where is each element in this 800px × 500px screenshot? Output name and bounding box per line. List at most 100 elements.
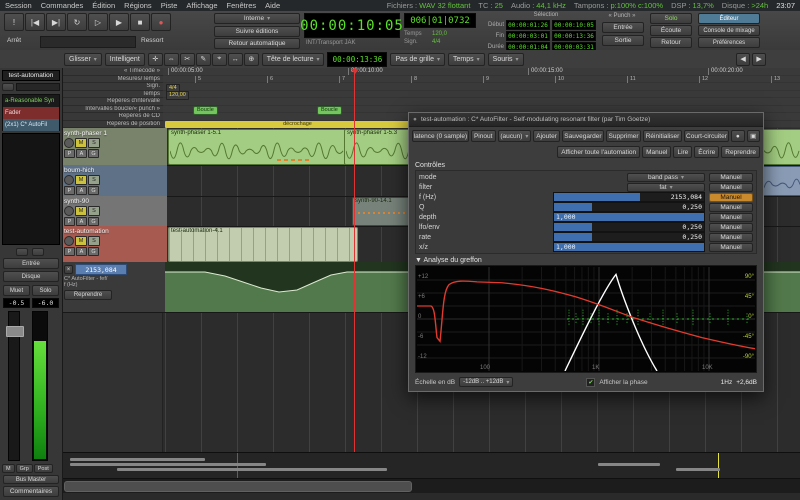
edit-mode-icon[interactable]: ⌖ — [212, 53, 227, 66]
automation-mode-button[interactable]: Manuel — [709, 213, 753, 222]
lire-button[interactable]: Lire — [673, 146, 692, 158]
grid-dropdown[interactable]: Pas de grille — [390, 53, 445, 66]
record-button[interactable]: ● — [151, 13, 171, 31]
scrollbar-thumb[interactable] — [64, 481, 412, 492]
tempo-value[interactable]: 120,0 — [432, 31, 447, 37]
editeur-button[interactable]: Éditeur — [698, 13, 760, 24]
meter-mode-grp[interactable]: Grp — [16, 464, 33, 473]
solo-button[interactable]: S — [88, 206, 100, 216]
plugin-gui-icon[interactable]: ▣ — [747, 130, 760, 142]
automation-mode-button[interactable]: Manuel — [709, 243, 753, 252]
control-slider[interactable]: 1,000 — [553, 212, 705, 222]
sync-source-button[interactable]: Interne — [214, 13, 300, 24]
pinout-button[interactable]: Pinout — [471, 130, 496, 142]
ruler-label-mesures-temps[interactable]: Mesures/Temps — [62, 76, 163, 84]
db-scale-dropdown[interactable]: -12dB .. +12dB — [459, 377, 513, 387]
metering-point-icon[interactable] — [16, 248, 28, 256]
auto-return-toggle[interactable]: Retour automatique — [214, 38, 300, 49]
gain-fader[interactable] — [8, 311, 20, 461]
processor-a-reasonable-syn[interactable]: a-Reasonable Syn — [3, 95, 59, 107]
automation-button[interactable]: A — [76, 149, 87, 158]
draw-mode-icon[interactable]: ✎ — [196, 53, 211, 66]
region-synth-phaser-1-5-1[interactable]: synth-phaser 1-5.1 — [168, 129, 346, 165]
input-button[interactable]: Entrée — [3, 258, 59, 269]
track-header-synth-90[interactable]: synth-90MSPAG — [62, 196, 167, 226]
region-test-automation-4-1[interactable]: test-automation-4.1 — [168, 227, 358, 262]
control-dropdown[interactable]: fat — [627, 183, 705, 192]
tempo-marker[interactable]: 120,00 — [166, 91, 189, 100]
gain-display[interactable]: -0.5 — [3, 298, 30, 308]
monitor-options[interactable] — [16, 83, 60, 91]
location-marker-bar[interactable]: décrochage — [165, 121, 430, 128]
solo-button[interactable]: Solo — [650, 13, 692, 24]
automation-mode-button[interactable]: Manuel — [709, 233, 753, 242]
play-button[interactable]: ▶ — [109, 13, 129, 31]
track-name[interactable]: test-automation — [64, 228, 165, 235]
play-selection-button[interactable]: ▷ — [88, 13, 108, 31]
zoom-mode-icon[interactable]: ⊕ — [244, 53, 259, 66]
selection-clock[interactable]: 00:00:13:36 — [552, 31, 596, 41]
playlist-button[interactable]: P — [64, 149, 75, 158]
latence-0-sample-button[interactable]: latence (0 sample) — [412, 130, 469, 142]
plugin-dialog-titlebar[interactable]: ● test-automation : C* AutoFilter - Self… — [409, 113, 763, 127]
automation-lane-header[interactable]: ×2153,084C* AutoFilter - fef/f (Hz)Repre… — [62, 262, 167, 312]
ruler-label-reperes-d-intervalle[interactable]: Repères d'intervalle — [62, 98, 163, 106]
ruler-label-timecode[interactable]: « Timecode » — [62, 68, 163, 76]
control-slider[interactable]: 2153,084 — [553, 192, 705, 202]
control-dropdown[interactable]: band pass — [627, 173, 705, 182]
comments-button[interactable]: Commentaires — [3, 486, 59, 497]
automation-mode-button[interactable]: Manuel — [709, 203, 753, 212]
manuel-button[interactable]: Manuel — [642, 146, 671, 158]
stop-button[interactable]: ■ — [130, 13, 150, 31]
solo-button[interactable]: Solo — [32, 285, 59, 296]
ecoute-button[interactable]: Écoute — [650, 25, 692, 36]
meter-mode-m[interactable]: M — [2, 464, 15, 473]
record-arm-button[interactable] — [64, 206, 74, 216]
solo-button[interactable]: S — [88, 236, 100, 246]
edit-point-dropdown[interactable]: Tête de lecture — [262, 53, 325, 66]
ruler-label-reperes-de-position[interactable]: Repères de position — [62, 121, 163, 129]
control-slider[interactable]: 0,250 — [553, 222, 705, 232]
stretch-mode-icon[interactable]: ↔ — [228, 53, 243, 66]
mute-button[interactable]: M — [75, 236, 87, 246]
mute-button[interactable]: M — [75, 175, 87, 185]
automation-mode-button[interactable]: Manuel — [709, 193, 753, 202]
group-button[interactable]: G — [88, 247, 99, 256]
playhead-marker[interactable] — [351, 69, 359, 74]
loop-range-marker[interactable]: Boucle — [193, 106, 218, 115]
output-button[interactable]: Bus Master — [3, 475, 59, 484]
record-arm-button[interactable] — [64, 236, 74, 246]
solo-button[interactable]: S — [88, 175, 100, 185]
aucun-button[interactable]: (aucun) — [498, 130, 532, 142]
summary-view[interactable] — [62, 452, 800, 479]
meter-value[interactable]: 4/4 — [432, 39, 440, 45]
goto-start-button[interactable]: |◀ — [25, 13, 45, 31]
group-button[interactable]: G — [88, 186, 99, 195]
edit-mode-dropdown[interactable]: Glisser — [64, 53, 102, 66]
punch-out-button[interactable]: Sortie — [602, 35, 644, 46]
playhead[interactable] — [354, 68, 355, 452]
control-slider[interactable]: 1,000 — [553, 242, 705, 252]
disk-button[interactable]: Disque — [3, 271, 59, 282]
ecrire-button[interactable]: Écrire — [694, 146, 719, 158]
record-arm-button[interactable] — [64, 138, 74, 148]
midi-panic-button[interactable]: ! — [4, 13, 24, 31]
automation-state-button[interactable]: Reprendre — [64, 290, 112, 300]
mute-button[interactable]: M — [75, 138, 87, 148]
range-mode-icon[interactable]: ⇔ — [164, 53, 179, 66]
track-header-boum-hich[interactable]: boum-hichMSPAG — [62, 165, 167, 196]
supprimer-button[interactable]: Supprimer — [606, 130, 641, 142]
nudge-clock[interactable]: 00:00:13:36 — [327, 52, 387, 67]
automation-button[interactable]: A — [76, 247, 87, 256]
close-icon[interactable]: × — [64, 265, 73, 274]
automation-mode-button[interactable]: Manuel — [709, 223, 753, 232]
sauvegarder-button[interactable]: Sauvegarder — [562, 130, 604, 142]
afficher-toute-l-automation-button[interactable]: Afficher toute l'automation — [557, 146, 640, 158]
playlist-button[interactable]: P — [64, 247, 75, 256]
phase-checkbox[interactable]: ✔ — [586, 378, 595, 387]
secondary-clock[interactable]: 006|01|0732 — [404, 13, 476, 28]
mute-button[interactable]: Muet — [3, 285, 30, 296]
playlist-button[interactable]: P — [64, 186, 75, 195]
grab-mode-icon[interactable]: ✛ — [148, 53, 163, 66]
loop-range-marker[interactable]: Boucle — [317, 106, 342, 115]
